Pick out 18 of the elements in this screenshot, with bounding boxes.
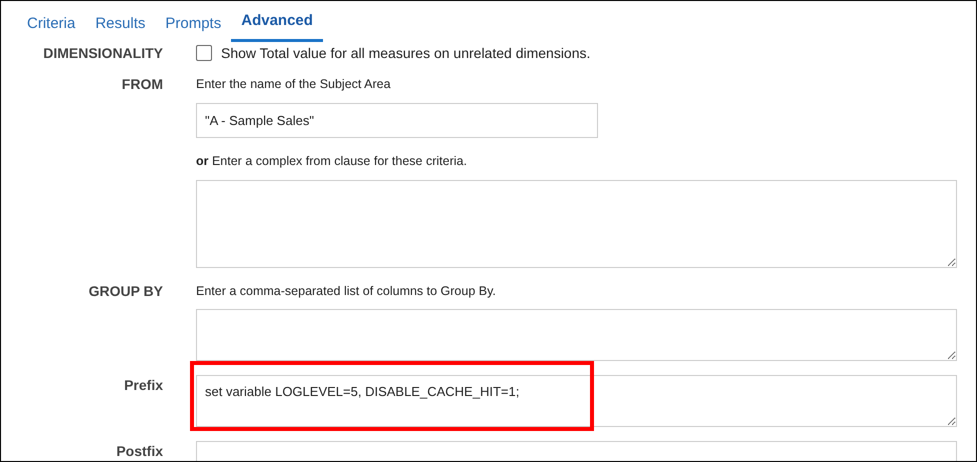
checkbox-label: Show Total value for all measures on unrelated dimensions. — [221, 45, 590, 61]
hint-text: Enter a comma-separated list of columns to Group By. — [196, 283, 497, 298]
tab[interactable]: Prompts — [155, 1, 232, 42]
tab[interactable]: Advanced — [231, 1, 323, 42]
text-area[interactable]: set variable LOGLEVEL=5, DISABLE_CACHE_HIT=1; — [196, 375, 957, 427]
section-label: DIMENSIONALITY — [42, 45, 164, 61]
section-label: Postfix — [115, 442, 164, 461]
section-label: FROM — [120, 75, 164, 94]
checkbox[interactable] — [196, 45, 212, 61]
tab[interactable]: Results — [85, 1, 156, 42]
subject-area-field[interactable]: "A - Sample Sales" — [196, 103, 598, 138]
text-area[interactable] — [196, 180, 957, 268]
hint-text: or Enter a complex from clause for these criteria. — [196, 153, 468, 168]
section-label: GROUP BY — [88, 282, 164, 301]
text-area[interactable] — [196, 309, 957, 361]
tab[interactable]: Criteria — [17, 1, 86, 42]
hint-text: Enter the name of the Subject Area — [196, 76, 392, 91]
section-label: Prefix — [123, 376, 164, 395]
